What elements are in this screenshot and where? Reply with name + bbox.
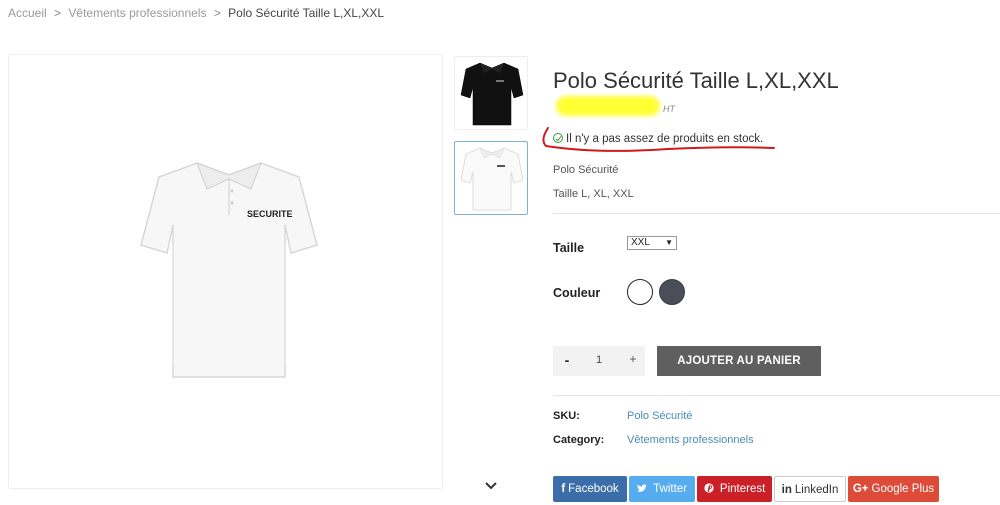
product-title: Polo Sécurité Taille L,XL,XXL <box>553 68 839 93</box>
size-label: Taille <box>553 241 585 255</box>
share-linkedin-button[interactable]: in LinkedIn <box>774 476 846 502</box>
description-line-2: Taille L, XL, XXL <box>553 188 634 200</box>
breadcrumb-home-link[interactable]: Accueil <box>8 6 47 20</box>
linkedin-icon: in <box>781 484 792 496</box>
breadcrumb-category-link[interactable]: Vêtements professionnels <box>68 6 206 20</box>
black-polo-thumb-image <box>460 62 524 126</box>
twitter-icon <box>636 483 650 495</box>
white-polo-thumb-image <box>460 147 524 211</box>
securite-print: SECURITE <box>247 209 293 219</box>
divider <box>553 395 1000 396</box>
breadcrumb: Accueil > Vêtements professionnels > Pol… <box>8 6 384 20</box>
main-product-image[interactable]: SECURITE <box>8 54 443 489</box>
quantity-stepper: - 1 + <box>553 346 645 376</box>
sku-label: SKU: <box>553 410 580 422</box>
pinterest-icon <box>704 483 717 495</box>
add-to-cart-button[interactable]: AJOUTER AU PANIER <box>657 346 821 376</box>
share-googleplus-label: Google Plus <box>871 483 935 495</box>
description-line-1: Polo Sécurité <box>553 164 619 176</box>
color-label: Couleur <box>553 286 601 300</box>
price-redacted <box>556 96 660 116</box>
sku-value: Polo Sécurité <box>627 410 693 422</box>
share-pinterest-label: Pinterest <box>719 483 766 495</box>
color-swatch-white[interactable] <box>627 279 653 305</box>
divider <box>553 213 1000 214</box>
quantity-increase-button[interactable]: + <box>627 352 639 366</box>
price-suffix: HT <box>663 104 675 114</box>
red-underline-annotation <box>542 127 775 152</box>
breadcrumb-current: Polo Sécurité Taille L,XL,XXL <box>228 6 385 20</box>
share-facebook-button[interactable]: f Facebook <box>553 476 627 502</box>
category-link[interactable]: Vêtements professionnels <box>627 434 754 446</box>
facebook-icon: f <box>561 483 566 495</box>
share-googleplus-button[interactable]: G+ Google Plus <box>848 476 939 502</box>
share-pinterest-button[interactable]: Pinterest <box>697 476 772 502</box>
chevron-down-icon[interactable] <box>484 478 500 494</box>
share-facebook-label: Facebook <box>568 483 619 495</box>
share-twitter-label: Twitter <box>653 483 688 495</box>
breadcrumb-separator: > <box>54 6 62 20</box>
thumbnail-white-polo[interactable] <box>454 141 528 215</box>
thumbnail-black-polo[interactable] <box>454 56 528 130</box>
size-select[interactable]: XXL ▼ <box>627 236 677 250</box>
category-label: Category: <box>553 434 605 446</box>
share-twitter-button[interactable]: Twitter <box>629 476 695 502</box>
size-selected-value: XXL <box>631 237 650 248</box>
google-plus-icon: G+ <box>852 483 869 495</box>
quantity-input[interactable]: 1 <box>593 354 605 366</box>
color-swatch-dark-gray[interactable] <box>659 279 685 305</box>
share-linkedin-label: LinkedIn <box>794 484 839 496</box>
quantity-decrease-button[interactable]: - <box>561 352 573 368</box>
white-polo-image: SECURITE <box>140 162 318 378</box>
dropdown-arrow-icon: ▼ <box>665 238 673 247</box>
breadcrumb-separator: > <box>213 6 221 20</box>
